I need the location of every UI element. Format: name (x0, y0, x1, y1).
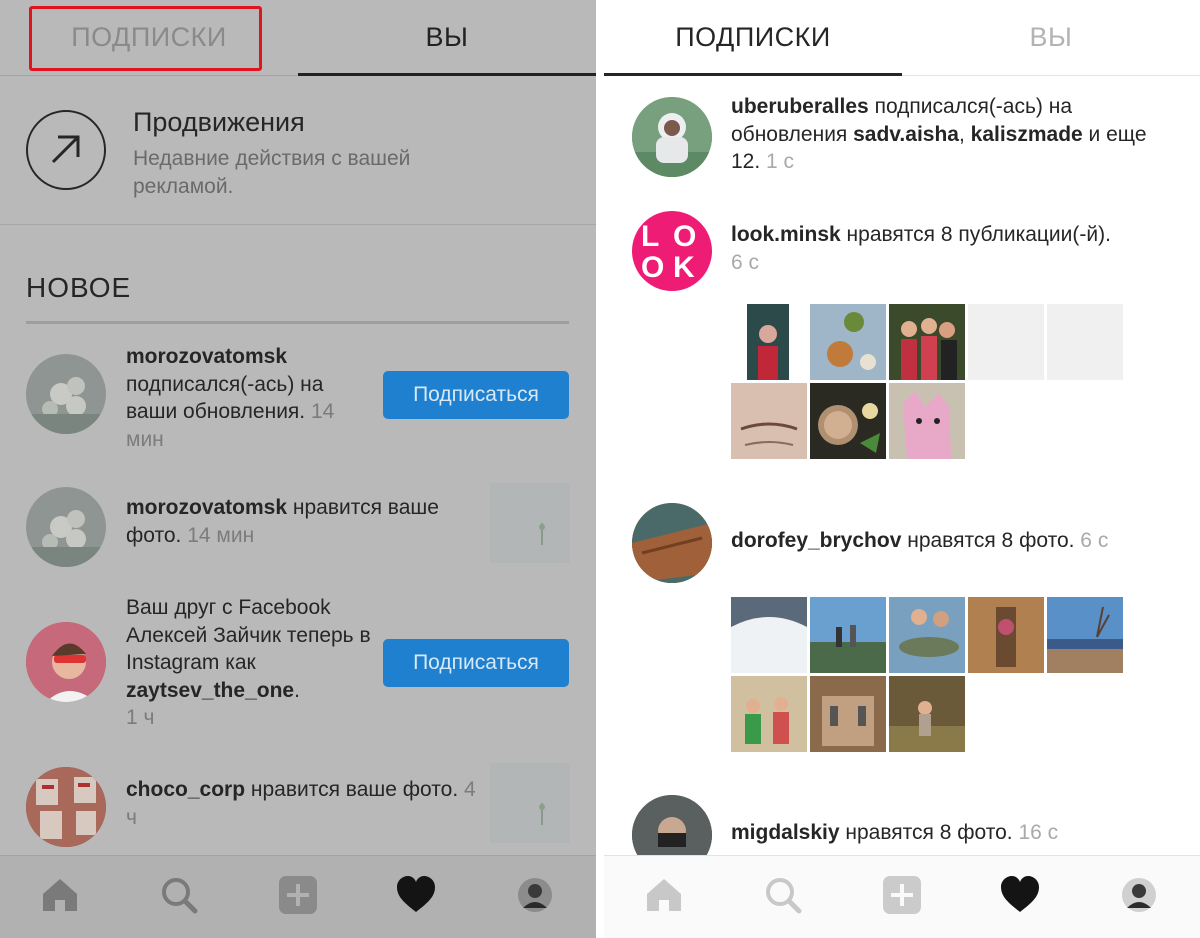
notification-text: Ваш друг с Facebook Алексей Зайчик тепер… (126, 596, 371, 729)
photo-placeholder (1047, 304, 1123, 380)
photo-thumb[interactable] (1047, 597, 1123, 673)
bottom-navigation (0, 855, 596, 938)
bottom-navigation (604, 855, 1200, 938)
profile-icon[interactable] (514, 874, 556, 916)
tab-you[interactable]: ВЫ (902, 0, 1200, 76)
add-icon[interactable] (881, 874, 923, 916)
feed-text: look.minsk нравятся 8 публикации(-й). 6 с (731, 223, 1111, 274)
search-icon[interactable] (762, 874, 804, 916)
avatar[interactable] (26, 354, 106, 434)
avatar[interactable] (632, 97, 712, 177)
follow-button[interactable]: Подписаться (383, 371, 569, 419)
photo-thumb[interactable] (889, 676, 965, 752)
photo-thumb[interactable] (889, 304, 965, 380)
section-divider (26, 321, 569, 324)
photo-thumb[interactable] (968, 597, 1044, 673)
promotions-description: Недавние действия с вашей рекламой. (133, 147, 411, 198)
feed-text: migdalskiy нравятся 8 фото. 16 с (731, 821, 1059, 844)
add-icon[interactable] (277, 874, 319, 916)
tab-you[interactable]: ВЫ (298, 0, 596, 76)
photo-thumb[interactable] (810, 676, 886, 752)
avatar[interactable] (26, 622, 106, 702)
follow-button[interactable]: Подписаться (383, 639, 569, 687)
logo-letter: O (641, 251, 664, 284)
post-thumbnail[interactable] (490, 763, 570, 843)
profile-icon[interactable] (1118, 874, 1160, 916)
notification-text: morozovatomsk нравится ваше фото. 14 мин (126, 496, 439, 547)
heart-icon[interactable] (395, 874, 437, 916)
username[interactable]: zaytsev_the_one (126, 679, 294, 702)
username[interactable]: kaliszmade (971, 123, 1083, 146)
photo-thumb[interactable] (731, 676, 807, 752)
photo-thumb[interactable] (889, 383, 965, 459)
home-icon[interactable] (39, 874, 81, 916)
post-thumbnail[interactable] (490, 483, 570, 563)
arrow-up-right-icon (26, 110, 106, 190)
right-screen: ПОДПИСКИ ВЫ uberuberalles подписался(-ас… (604, 0, 1200, 938)
notification-text: morozovatomsk подписался(-ась) на ваши о… (126, 345, 335, 451)
photo-placeholder (968, 304, 1044, 380)
promotions-item[interactable]: Продвижения Недавние действия с вашей ре… (0, 77, 596, 225)
left-screen: ПОДПИСКИ ВЫ Продвижения Недавние действи… (0, 0, 596, 938)
username[interactable]: look.minsk (731, 223, 841, 246)
section-title-new: НОВОЕ (26, 272, 132, 303)
feed-text: uberuberalles подписался(-ась) на обновл… (731, 95, 1147, 173)
search-icon[interactable] (158, 874, 200, 916)
notification-text: choco_corp нравится ваше фото. 4 ч (126, 778, 476, 829)
home-icon[interactable] (643, 874, 685, 916)
tab-following[interactable]: ПОДПИСКИ (604, 0, 902, 76)
logo-letter: O (673, 220, 696, 253)
photo-thumb[interactable] (889, 597, 965, 673)
photo-thumb[interactable] (810, 383, 886, 459)
username[interactable]: sadv.aisha (853, 123, 959, 146)
username[interactable]: dorofey_brychov (731, 529, 901, 552)
photo-thumb[interactable] (731, 304, 807, 380)
avatar[interactable] (632, 503, 712, 583)
highlight-box (29, 6, 262, 71)
username[interactable]: choco_corp (126, 778, 245, 801)
username[interactable]: migdalskiy (731, 821, 840, 844)
feed-text: dorofey_brychov нравятся 8 фото. 6 с (731, 529, 1109, 552)
photo-thumb[interactable] (810, 597, 886, 673)
activity-tabs: ПОДПИСКИ ВЫ (604, 0, 1200, 76)
heart-icon[interactable] (999, 874, 1041, 916)
promotions-title: Продвижения (133, 107, 305, 137)
photo-thumb[interactable] (810, 304, 886, 380)
username[interactable]: morozovatomsk (126, 496, 287, 519)
activity-tabs: ПОДПИСКИ ВЫ (0, 0, 596, 76)
panel-divider (596, 0, 604, 938)
username[interactable]: uberuberalles (731, 95, 869, 118)
photo-thumb[interactable] (731, 597, 807, 673)
avatar[interactable] (26, 767, 106, 847)
username[interactable]: morozovatomsk (126, 345, 287, 368)
photo-thumb[interactable] (731, 383, 807, 459)
logo-letter: L (641, 220, 659, 253)
look-logo-avatar[interactable]: L O O K (632, 211, 712, 291)
avatar[interactable] (26, 487, 106, 567)
logo-letter: K (673, 251, 695, 284)
